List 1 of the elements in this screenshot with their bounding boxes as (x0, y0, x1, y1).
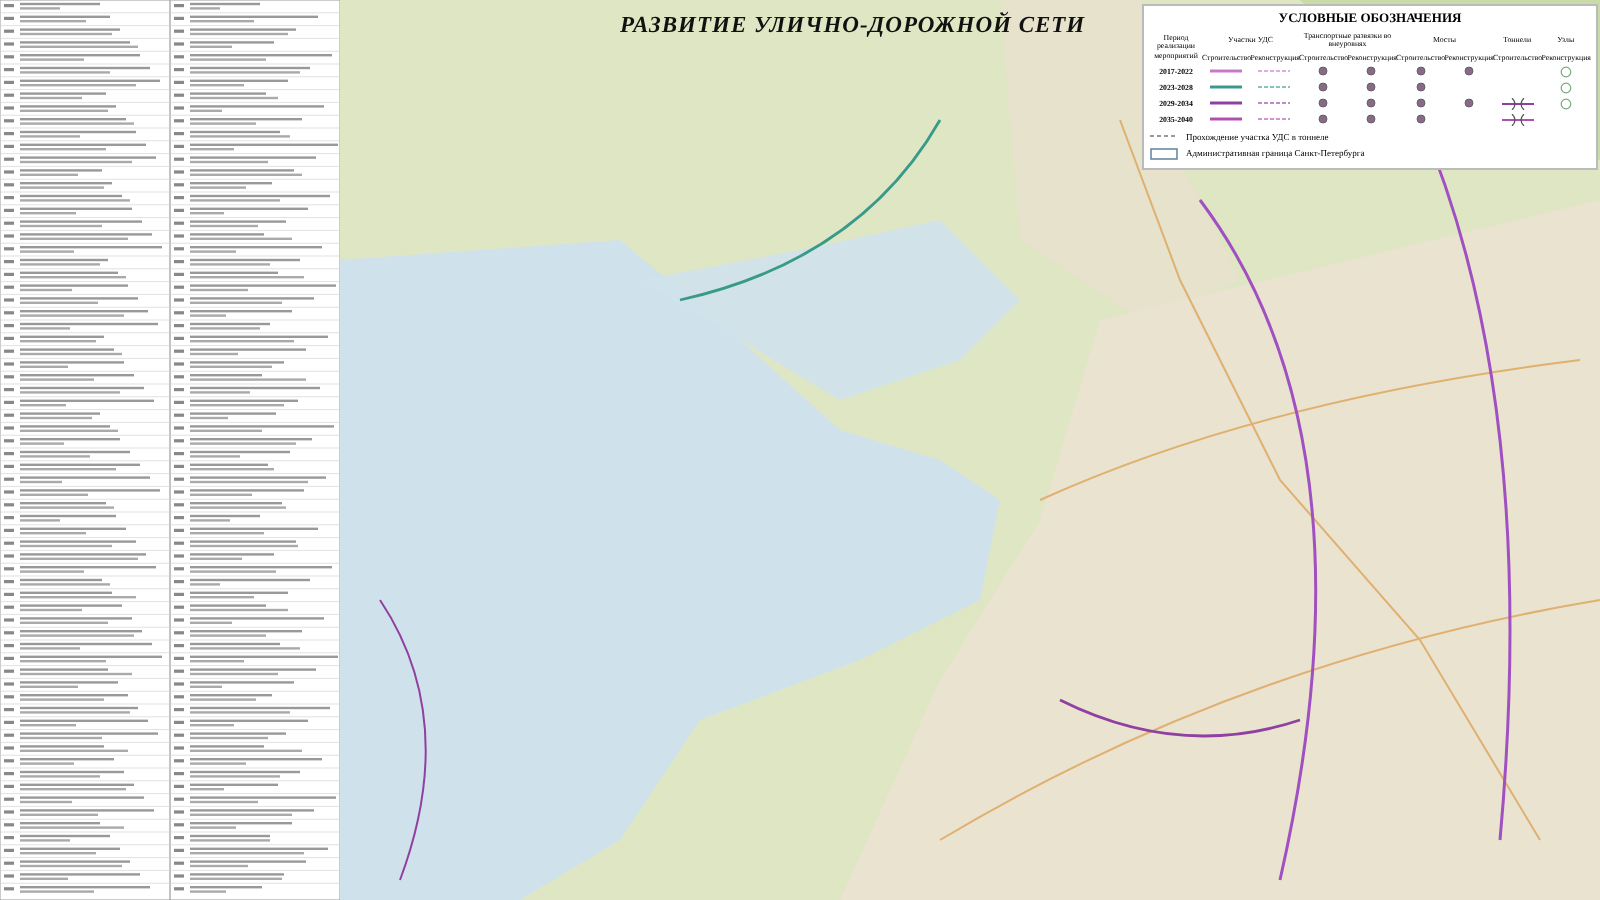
map-title: РАЗВИТИЕ УЛИЧНО-ДОРОЖНОЙ СЕТИ (620, 14, 1086, 38)
